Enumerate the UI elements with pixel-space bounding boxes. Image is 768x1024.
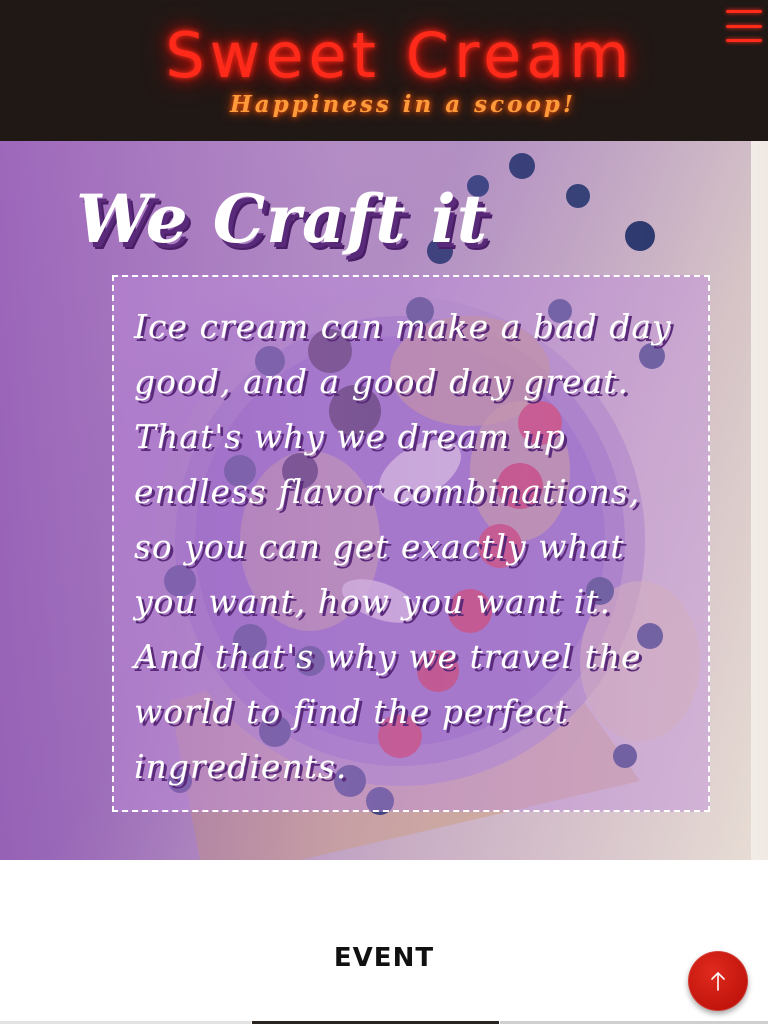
hero-heading: We Craft it <box>76 180 489 258</box>
hamburger-menu-icon-bar <box>726 39 762 42</box>
brand-tagline: Happiness in a scoop! <box>230 91 576 118</box>
scroll-to-top-button[interactable] <box>688 951 748 1011</box>
arrow-up-icon <box>711 972 725 991</box>
hero-section: We Craft it Ice cream can make a bad day… <box>0 141 751 860</box>
hamburger-menu-button[interactable] <box>726 10 762 42</box>
hero-body-text: Ice cream can make a bad day good, and a… <box>134 307 672 786</box>
hero-edge <box>751 141 768 860</box>
hamburger-menu-icon <box>726 10 762 13</box>
event-section-title: EVENT <box>333 943 435 973</box>
hamburger-menu-icon-bar <box>726 24 762 28</box>
brand-title[interactable]: Sweet Cream <box>0 20 768 92</box>
site-header: Sweet Cream Happiness in a scoop! <box>0 0 768 141</box>
hero-text-box: Ice cream can make a bad day good, and a… <box>112 275 710 812</box>
